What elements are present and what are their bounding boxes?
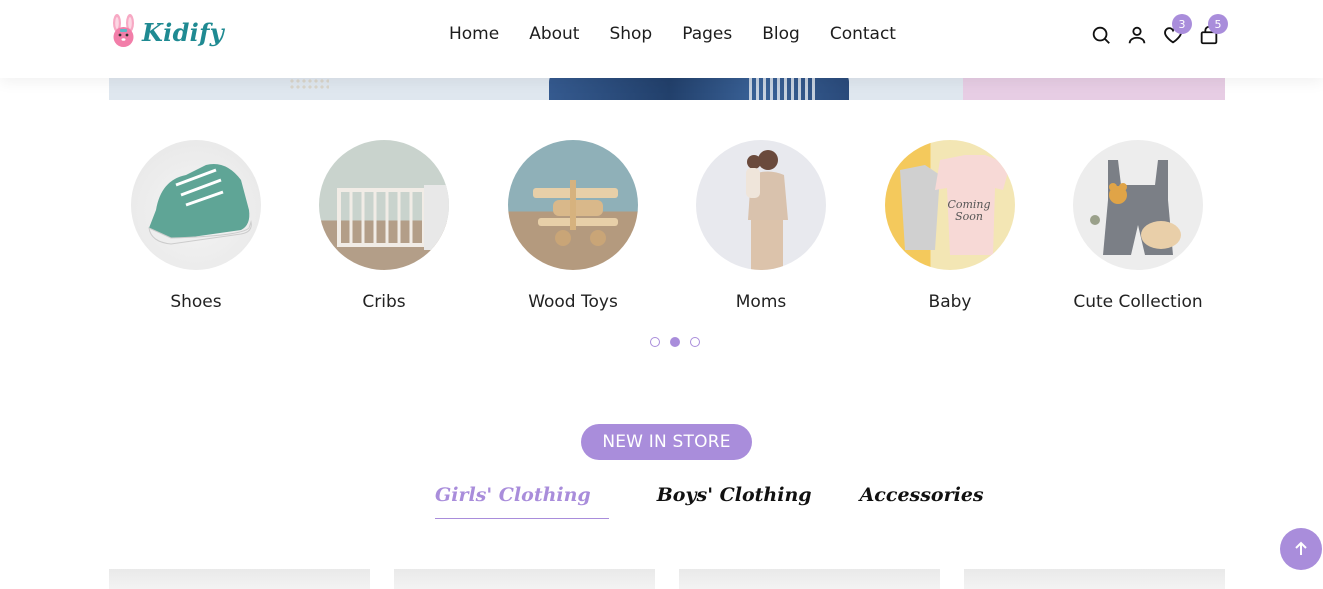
category-wood-toys[interactable]: Wood Toys <box>508 140 638 312</box>
nav-about[interactable]: About <box>529 24 579 44</box>
site-header: Kidify Home About Shop Pages Blog Contac… <box>0 0 1323 78</box>
product-tabs: Girls' Clothing Boys' Clothing Accessori… <box>435 484 1032 519</box>
category-image-baby: Coming Soon <box>885 140 1015 270</box>
wishlist-button[interactable]: 3 <box>1162 14 1192 46</box>
new-in-store-badge: NEW IN STORE <box>581 424 752 460</box>
tab-girls-clothing[interactable]: Girls' Clothing <box>435 484 609 519</box>
carousel-dot-2[interactable] <box>670 337 680 347</box>
account-button[interactable] <box>1126 24 1148 46</box>
category-image-cribs <box>319 140 449 270</box>
brand-name: Kidify <box>142 17 224 47</box>
nav-pages[interactable]: Pages <box>682 24 732 44</box>
cart-button[interactable]: 5 <box>1198 14 1228 46</box>
logo[interactable]: Kidify <box>108 14 224 50</box>
product-card[interactable] <box>109 569 370 589</box>
category-label: Baby <box>928 292 972 312</box>
category-label: Wood Toys <box>528 292 618 312</box>
wishlist-count-badge: 3 <box>1172 14 1192 34</box>
product-card[interactable] <box>964 569 1225 589</box>
cart-count-badge: 5 <box>1208 14 1228 34</box>
category-cute-collection[interactable]: Cute Collection <box>1073 140 1203 312</box>
category-image-shoes <box>131 140 261 270</box>
category-label: Shoes <box>170 292 222 312</box>
nav-contact[interactable]: Contact <box>830 24 896 44</box>
tab-boys-clothing[interactable]: Boys' Clothing <box>657 484 812 519</box>
carousel-dot-3[interactable] <box>690 337 700 347</box>
search-button[interactable] <box>1090 24 1112 46</box>
category-carousel: Shoes Cribs Wood Toys Moms Coming Soon B… <box>109 140 1225 320</box>
category-shoes[interactable]: Shoes <box>131 140 261 312</box>
category-label: Moms <box>735 292 787 312</box>
back-to-top-button[interactable] <box>1280 528 1322 570</box>
category-image-wood-toys <box>508 140 638 270</box>
onesie-print-text: Soon <box>955 210 983 223</box>
category-cribs[interactable]: Cribs <box>319 140 449 312</box>
tab-accessories[interactable]: Accessories <box>860 484 984 519</box>
hero-fringe-decoration <box>749 78 819 100</box>
hero-beads-decoration <box>289 78 329 90</box>
header-actions: 3 5 <box>1090 14 1234 46</box>
nav-home[interactable]: Home <box>449 24 499 44</box>
nav-shop[interactable]: Shop <box>609 24 652 44</box>
product-card[interactable] <box>679 569 940 589</box>
category-moms[interactable]: Moms <box>696 140 826 312</box>
main-nav: Home About Shop Pages Blog Contact <box>449 24 926 44</box>
product-card[interactable] <box>394 569 655 589</box>
user-icon <box>1128 26 1146 44</box>
category-baby[interactable]: Coming Soon Baby <box>885 140 1015 312</box>
category-image-moms <box>696 140 826 270</box>
category-label: Cute Collection <box>1073 292 1203 312</box>
category-label: Cribs <box>362 292 406 312</box>
arrow-up-icon <box>1295 541 1307 555</box>
category-image-cute-collection <box>1073 140 1203 270</box>
carousel-dot-1[interactable] <box>650 337 660 347</box>
hero-banner-bottom <box>109 78 1225 100</box>
nav-blog[interactable]: Blog <box>762 24 800 44</box>
search-icon <box>1092 26 1110 44</box>
hero-side-panel <box>963 78 1225 100</box>
bunny-logo-icon <box>113 14 134 47</box>
carousel-pagination <box>650 337 700 347</box>
